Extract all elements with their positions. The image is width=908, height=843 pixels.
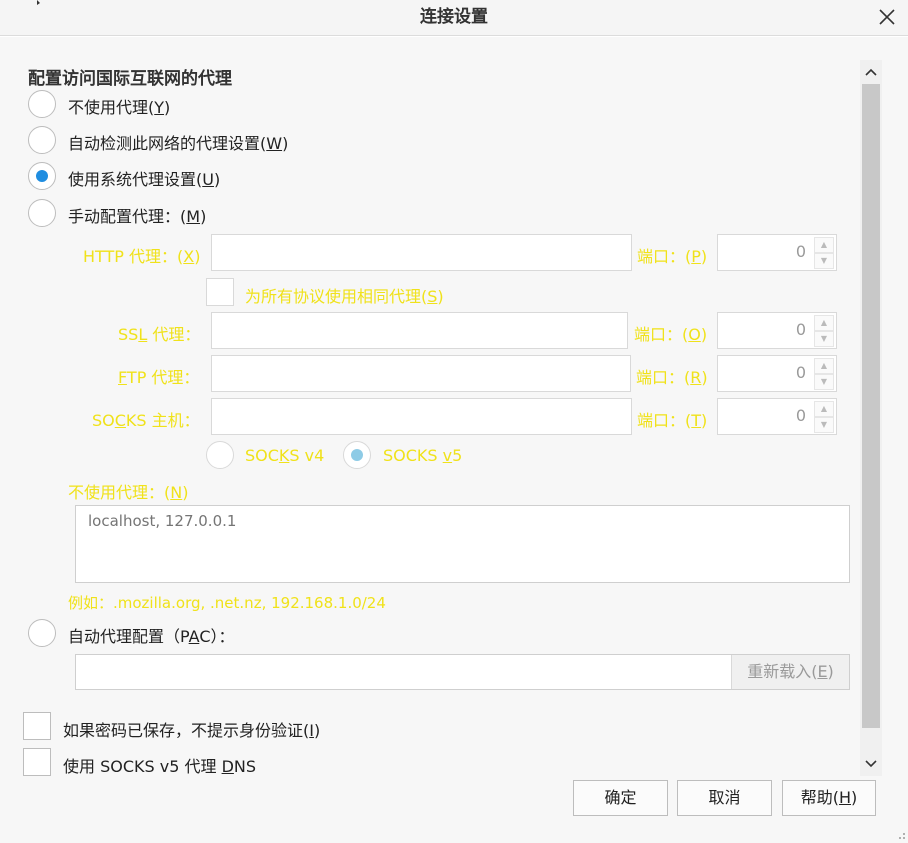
- socks-port-input[interactable]: 0 ▲ ▼: [717, 398, 837, 435]
- spin-down-icon[interactable]: ▼: [814, 374, 834, 390]
- pac-url-input[interactable]: 重新载入(E): [75, 654, 850, 690]
- ftp-port-input[interactable]: 0 ▲ ▼: [717, 355, 837, 392]
- help-button[interactable]: 帮助(H): [782, 780, 876, 816]
- socks-dns-checkbox[interactable]: [23, 748, 51, 776]
- radio-socks-v4-label: SOCKS v4: [245, 446, 325, 465]
- radio-no-proxy-label: 不使用代理(Y): [68, 98, 171, 117]
- no-auth-prompt-checkbox[interactable]: [23, 712, 51, 740]
- http-proxy-input[interactable]: [211, 234, 632, 271]
- section-title: 配置访问国际互联网的代理: [28, 69, 232, 89]
- ftp-port-label: 端口：(R): [636, 368, 708, 387]
- radio-manual-proxy[interactable]: [28, 199, 56, 227]
- spin-down-icon[interactable]: ▼: [814, 331, 834, 347]
- radio-manual-proxy-label: 手动配置代理：(M): [68, 207, 207, 226]
- ftp-proxy-input[interactable]: [211, 355, 631, 392]
- socks-port-label: 端口：(T): [637, 411, 708, 430]
- resize-grip-icon[interactable]: [896, 830, 906, 840]
- socks-host-input[interactable]: [211, 398, 632, 435]
- radio-socks-v5-label: SOCKS v5: [383, 446, 463, 465]
- radio-no-proxy[interactable]: [28, 90, 56, 118]
- no-proxy-textarea[interactable]: [75, 505, 850, 583]
- ssl-proxy-label: SSL 代理：: [118, 325, 201, 344]
- close-button[interactable]: [874, 4, 900, 30]
- scrollbar-thumb[interactable]: [862, 84, 880, 728]
- spin-down-icon[interactable]: ▼: [814, 253, 834, 269]
- window-title: 连接设置: [420, 7, 488, 27]
- same-proxy-checkbox[interactable]: [206, 278, 234, 306]
- chevron-up-icon: [865, 68, 877, 76]
- scroll-up-button[interactable]: [860, 62, 882, 82]
- no-proxy-label: 不使用代理：(N): [68, 483, 189, 502]
- radio-system-proxy-label: 使用系统代理设置(U): [68, 170, 221, 189]
- same-proxy-label: 为所有协议使用相同代理(S): [245, 287, 444, 306]
- spin-up-icon[interactable]: ▲: [814, 237, 834, 253]
- socks-dns-label: 使用 SOCKS v5 代理 DNS: [63, 757, 257, 776]
- spin-up-icon[interactable]: ▲: [814, 315, 834, 331]
- http-proxy-label: HTTP 代理：(X): [83, 247, 201, 266]
- ssl-port-value: 0: [795, 320, 806, 339]
- radio-pac[interactable]: [28, 619, 56, 647]
- scroll-down-button[interactable]: [860, 754, 882, 774]
- chevron-down-icon: [865, 760, 877, 768]
- http-port-input[interactable]: 0 ▲ ▼: [717, 234, 837, 271]
- ok-button[interactable]: 确定: [573, 780, 668, 816]
- http-port-value: 0: [795, 242, 806, 261]
- socks-port-value: 0: [795, 406, 806, 425]
- radio-auto-detect-label: 自动检测此网络的代理设置(W): [68, 134, 289, 153]
- no-proxy-example: 例如：.mozilla.org, .net.nz, 192.168.1.0/24: [68, 594, 386, 612]
- radio-pac-label: 自动代理配置（PAC）：: [68, 627, 235, 646]
- socks-host-label: SOCKS 主机：: [92, 411, 200, 430]
- spin-up-icon[interactable]: ▲: [814, 358, 834, 374]
- ftp-port-value: 0: [795, 363, 806, 382]
- http-port-label: 端口：(P): [637, 247, 708, 266]
- cancel-button[interactable]: 取消: [677, 780, 772, 816]
- ssl-port-label: 端口：(O): [634, 325, 708, 344]
- ftp-proxy-label: FTP 代理：: [118, 368, 200, 387]
- no-auth-prompt-label: 如果密码已保存，不提示身份验证(I): [63, 721, 321, 740]
- spin-down-icon[interactable]: ▼: [814, 417, 834, 433]
- reload-button[interactable]: 重新载入(E): [731, 655, 849, 689]
- ssl-port-input[interactable]: 0 ▲ ▼: [717, 312, 837, 349]
- radio-auto-detect[interactable]: [28, 126, 56, 154]
- radio-socks-v4[interactable]: [206, 441, 234, 469]
- close-icon: [879, 9, 895, 25]
- spin-up-icon[interactable]: ▲: [814, 401, 834, 417]
- radio-system-proxy[interactable]: [28, 162, 56, 190]
- radio-socks-v5[interactable]: [343, 441, 371, 469]
- ssl-proxy-input[interactable]: [211, 312, 628, 349]
